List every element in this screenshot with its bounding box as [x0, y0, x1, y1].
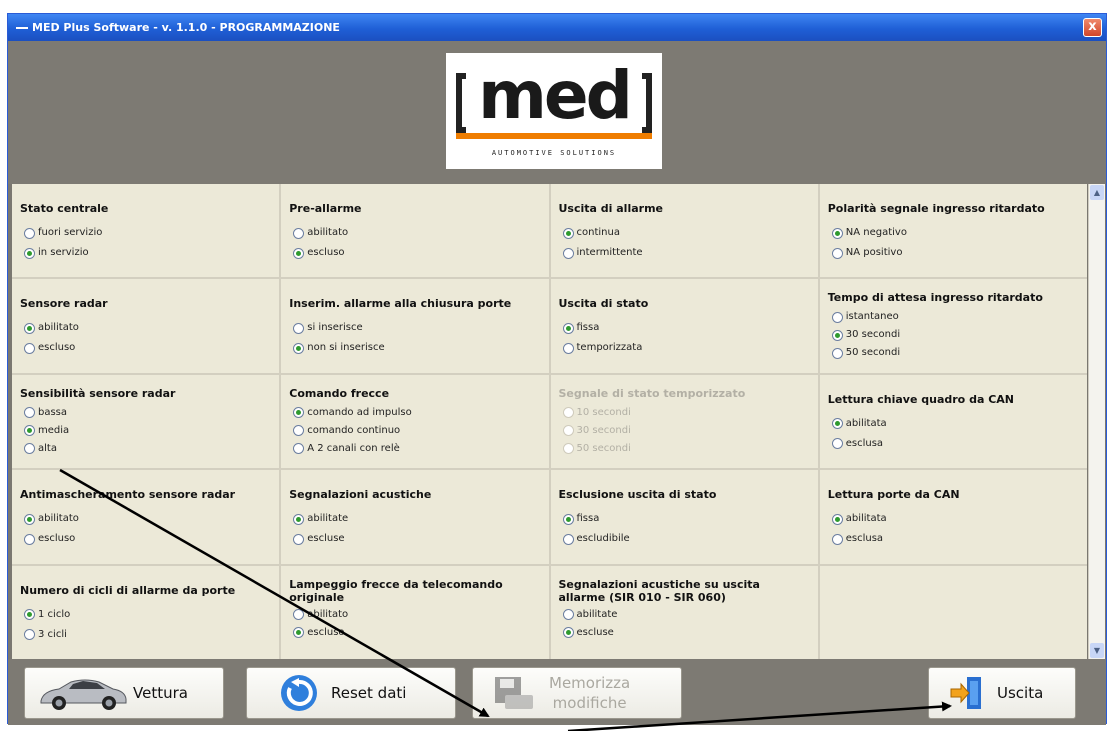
annotation-arrows [59, 468, 952, 731]
annotation-arrow-to-uscita [567, 701, 952, 731]
annotation-arrow-to-memorizza [59, 468, 490, 718]
